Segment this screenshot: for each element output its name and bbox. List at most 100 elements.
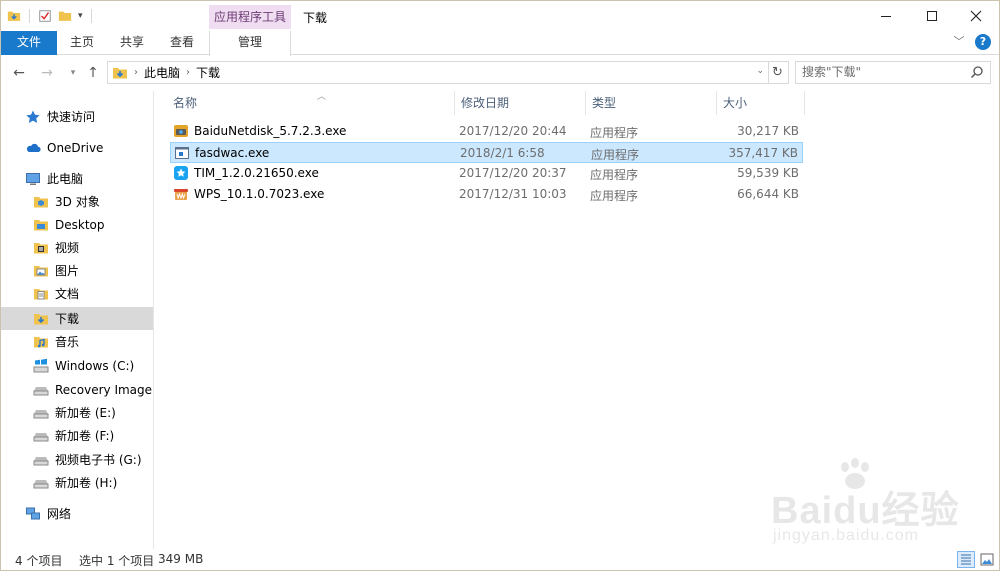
sidebar-item-videos[interactable]: 视频 bbox=[1, 236, 153, 259]
column-headers: 名称 ︿ 修改日期 类型 大小 bbox=[155, 91, 807, 115]
sidebar-item-network[interactable]: 网络 bbox=[1, 502, 153, 525]
sidebar-item-downloads[interactable]: 下载 bbox=[1, 307, 153, 330]
breadcrumb-separator-icon[interactable]: › bbox=[186, 67, 190, 78]
expand-ribbon-chevron-icon[interactable]: ﹀ bbox=[951, 34, 967, 50]
column-label: 名称 bbox=[173, 96, 198, 110]
explorer-window: ▾ 应用程序工具 下载 文件 主页 共享 查看 管理 ﹀ ? ← → ▾ ↑ ›… bbox=[0, 0, 1000, 571]
up-button[interactable]: ↑ bbox=[83, 63, 103, 83]
large-icons-view-button[interactable] bbox=[978, 551, 996, 568]
sidebar-item-drive-c[interactable]: Windows (C:) bbox=[1, 354, 153, 377]
sidebar-item-3d-objects[interactable]: 3D 对象 bbox=[1, 190, 153, 213]
breadcrumb-separator-icon[interactable]: › bbox=[134, 67, 138, 78]
item-count: 4 个项目 bbox=[15, 554, 63, 568]
cloud-icon bbox=[26, 143, 41, 152]
folder-desktop-icon bbox=[34, 219, 48, 230]
file-size: 66,644 KB bbox=[737, 187, 799, 201]
file-size: 30,217 KB bbox=[737, 124, 799, 138]
paw-logo-icon bbox=[841, 458, 869, 489]
sidebar-item-label: Recovery Image (I bbox=[55, 382, 154, 397]
minimize-icon bbox=[881, 15, 891, 17]
file-name: TIM_1.2.0.21650.exe bbox=[194, 166, 319, 180]
forward-button[interactable]: → bbox=[37, 63, 57, 83]
search-icon[interactable] bbox=[970, 65, 984, 79]
tim-icon bbox=[174, 166, 188, 180]
folder-downloads-icon[interactable] bbox=[7, 9, 21, 23]
sidebar-item-drive-f[interactable]: 新加卷 (F:) bbox=[1, 424, 153, 447]
column-header-name[interactable]: 名称 ︿ bbox=[167, 91, 455, 115]
drive-icon bbox=[33, 479, 49, 488]
file-date: 2017/12/20 20:44 bbox=[459, 124, 567, 138]
file-row[interactable]: BaiduNetdisk_5.7.2.3.exe 2017/12/20 20:4… bbox=[170, 121, 803, 142]
column-header-type[interactable]: 类型 bbox=[586, 91, 717, 115]
sidebar-item-drive-g[interactable]: 视频电子书 (G:) bbox=[1, 448, 153, 471]
wps-icon bbox=[174, 189, 188, 200]
address-bar[interactable]: › 此电脑 › 下载 ⌄ bbox=[107, 61, 769, 84]
navigation-pane: 快速访问 OneDrive 此电脑 3D 对象 Desktop 视频 图片 文档… bbox=[1, 91, 154, 549]
recent-locations-dropdown[interactable]: ▾ bbox=[63, 63, 83, 83]
properties-icon[interactable] bbox=[38, 9, 52, 23]
network-icon bbox=[26, 507, 40, 519]
file-row[interactable]: WPS_10.1.0.7023.exe 2017/12/31 10:03 应用程… bbox=[170, 184, 803, 205]
file-size: 59,539 KB bbox=[737, 166, 799, 180]
customize-toolbar-dropdown-icon[interactable]: ▾ bbox=[78, 9, 83, 23]
maximize-button[interactable] bbox=[909, 1, 955, 31]
details-view-button[interactable] bbox=[957, 551, 975, 568]
file-type: 应用程序 bbox=[591, 148, 640, 162]
sidebar-item-quick-access[interactable]: 快速访问 bbox=[1, 105, 153, 128]
sidebar-item-music[interactable]: 音乐 bbox=[1, 330, 153, 353]
status-bar: 4 个项目 选中 1 个项目 349 MB bbox=[1, 549, 999, 570]
sidebar-item-label: 3D 对象 bbox=[55, 195, 100, 209]
sidebar-item-label: Windows (C:) bbox=[55, 358, 135, 373]
help-button[interactable]: ? bbox=[975, 34, 991, 50]
sidebar-item-label: OneDrive bbox=[47, 140, 104, 155]
window-title: 下载 bbox=[303, 11, 328, 25]
breadcrumb-this-pc[interactable]: 此电脑 bbox=[144, 64, 180, 81]
back-button[interactable]: ← bbox=[9, 63, 29, 83]
selected-count: 选中 1 个项目 bbox=[79, 554, 155, 568]
sidebar-item-label: 新加卷 (H:) bbox=[55, 476, 118, 490]
column-header-date[interactable]: 修改日期 bbox=[455, 91, 586, 115]
sidebar-item-desktop[interactable]: Desktop bbox=[1, 213, 153, 236]
sidebar-item-label: 视频电子书 (G:) bbox=[55, 453, 142, 467]
sidebar-item-pictures[interactable]: 图片 bbox=[1, 259, 153, 282]
star-icon bbox=[26, 110, 40, 123]
sort-ascending-icon: ︿ bbox=[317, 92, 327, 102]
address-dropdown-icon[interactable]: ⌄ bbox=[756, 66, 764, 76]
refresh-button[interactable]: ↻ bbox=[767, 61, 789, 84]
file-row[interactable]: TIM_1.2.0.21650.exe 2017/12/20 20:37 应用程… bbox=[170, 163, 803, 184]
title-bar: ▾ 应用程序工具 下载 bbox=[1, 1, 999, 31]
file-row-selected[interactable]: fasdwac.exe 2018/2/1 6:58 应用程序 357,417 K… bbox=[170, 142, 803, 163]
tab-view[interactable]: 查看 bbox=[157, 31, 207, 55]
sidebar-item-onedrive[interactable]: OneDrive bbox=[1, 136, 153, 159]
watermark-url: jingyan.baidu.com bbox=[773, 527, 919, 544]
sidebar-item-this-pc[interactable]: 此电脑 bbox=[1, 167, 153, 190]
column-header-size[interactable]: 大小 bbox=[717, 91, 805, 115]
file-name: WPS_10.1.0.7023.exe bbox=[194, 187, 325, 201]
close-button[interactable] bbox=[953, 1, 999, 31]
search-input[interactable]: 搜索"下载" bbox=[795, 61, 991, 84]
details-view-icon bbox=[961, 554, 971, 565]
quick-access-toolbar: ▾ bbox=[7, 7, 94, 25]
tab-home[interactable]: 主页 bbox=[57, 31, 107, 55]
minimize-button[interactable] bbox=[863, 1, 909, 31]
sidebar-item-drive-h[interactable]: 新加卷 (H:) bbox=[1, 471, 153, 494]
toolbar-separator bbox=[29, 9, 30, 23]
sidebar-item-label: 新加卷 (E:) bbox=[55, 406, 116, 420]
sidebar-item-label: 视频 bbox=[55, 241, 80, 255]
folder-downloads-icon bbox=[113, 67, 127, 78]
file-type: 应用程序 bbox=[590, 189, 639, 203]
folder-music-icon bbox=[34, 336, 48, 347]
sidebar-item-documents[interactable]: 文档 bbox=[1, 282, 153, 305]
drive-windows-icon bbox=[33, 358, 49, 372]
file-name: fasdwac.exe bbox=[195, 146, 270, 160]
tab-manage[interactable]: 管理 bbox=[209, 31, 291, 56]
breadcrumb-downloads[interactable]: 下载 bbox=[196, 64, 220, 81]
file-name: BaiduNetdisk_5.7.2.3.exe bbox=[194, 124, 347, 138]
tab-file[interactable]: 文件 bbox=[1, 31, 57, 55]
sidebar-item-drive-recovery[interactable]: Recovery Image (I bbox=[1, 378, 154, 401]
sidebar-item-label: 下载 bbox=[55, 312, 80, 326]
new-folder-icon[interactable] bbox=[58, 9, 72, 23]
sidebar-item-drive-e[interactable]: 新加卷 (E:) bbox=[1, 401, 153, 424]
drive-icon bbox=[33, 432, 49, 441]
tab-share[interactable]: 共享 bbox=[107, 31, 157, 55]
